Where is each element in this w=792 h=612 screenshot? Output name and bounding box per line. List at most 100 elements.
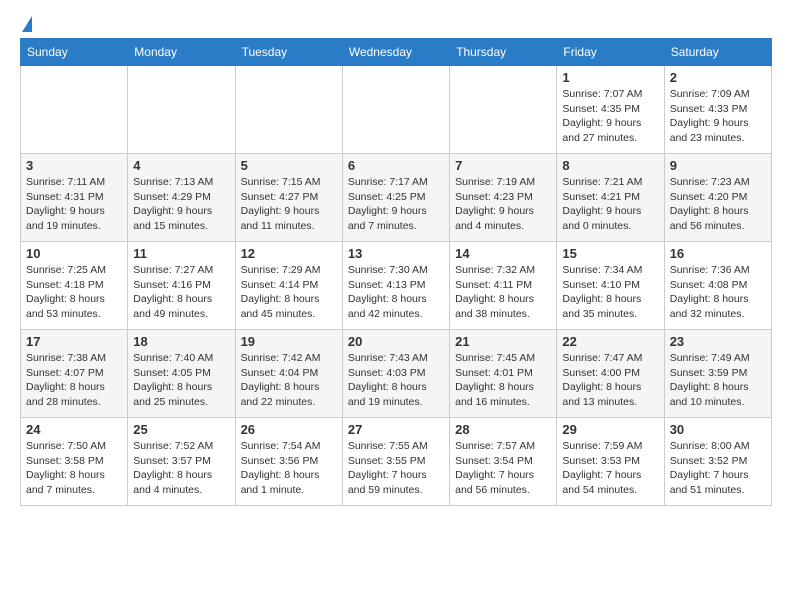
calendar-week-row: 17 Sunrise: 7:38 AM Sunset: 4:07 PM Dayli…	[21, 330, 772, 418]
calendar-cell: 13Sunrise: 7:30 AM Sunset: 4:13 PM Dayli…	[342, 242, 449, 330]
calendar-cell: 3Sunrise: 7:11 AM Sunset: 4:31 PM Daylig…	[21, 154, 128, 242]
calendar-cell: 16 Sunrise: 7:36 AM Sunset: 4:08 PM Dayli…	[664, 242, 771, 330]
day-info: Sunrise: 7:52 AM Sunset: 3:57 PM Dayligh…	[133, 439, 229, 498]
calendar-cell	[450, 66, 557, 154]
day-number: 1	[562, 70, 658, 85]
day-number: 14	[455, 246, 551, 261]
day-number: 2	[670, 70, 766, 85]
logo	[20, 20, 32, 30]
col-header-wednesday: Wednesday	[342, 39, 449, 66]
page-header	[20, 16, 772, 30]
calendar-cell	[21, 66, 128, 154]
calendar-cell: 30Sunrise: 8:00 AM Sunset: 3:52 PM Dayli…	[664, 418, 771, 506]
day-info: Sunrise: 7:38 AM Sunset: 4:07 PM Dayligh…	[26, 351, 122, 410]
day-info: Sunrise: 7:25 AM Sunset: 4:18 PM Dayligh…	[26, 263, 122, 322]
calendar-cell: 12 Sunrise: 7:29 AM Sunset: 4:14 PM Dayli…	[235, 242, 342, 330]
calendar-cell: 5 Sunrise: 7:15 AM Sunset: 4:27 PM Daylig…	[235, 154, 342, 242]
calendar-cell: 10 Sunrise: 7:25 AM Sunset: 4:18 PM Dayli…	[21, 242, 128, 330]
day-number: 13	[348, 246, 444, 261]
calendar-cell: 11 Sunrise: 7:27 AM Sunset: 4:16 PM Dayli…	[128, 242, 235, 330]
day-info: Sunrise: 7:13 AM Sunset: 4:29 PM Dayligh…	[133, 175, 229, 234]
day-number: 16	[670, 246, 766, 261]
col-header-thursday: Thursday	[450, 39, 557, 66]
calendar-cell: 19 Sunrise: 7:42 AM Sunset: 4:04 PM Dayli…	[235, 330, 342, 418]
day-number: 27	[348, 422, 444, 437]
calendar-cell: 2 Sunrise: 7:09 AM Sunset: 4:33 PM Daylig…	[664, 66, 771, 154]
calendar-cell: 8 Sunrise: 7:21 AM Sunset: 4:21 PM Daylig…	[557, 154, 664, 242]
day-info: Sunrise: 7:42 AM Sunset: 4:04 PM Dayligh…	[241, 351, 337, 410]
day-info: Sunrise: 7:15 AM Sunset: 4:27 PM Dayligh…	[241, 175, 337, 234]
calendar-cell	[128, 66, 235, 154]
day-number: 7	[455, 158, 551, 173]
day-number: 28	[455, 422, 551, 437]
day-number: 3	[26, 158, 122, 173]
day-info: Sunrise: 7:09 AM Sunset: 4:33 PM Dayligh…	[670, 87, 766, 146]
day-number: 10	[26, 246, 122, 261]
day-info: Sunrise: 7:19 AM Sunset: 4:23 PM Dayligh…	[455, 175, 551, 234]
calendar-cell: 14 Sunrise: 7:32 AM Sunset: 4:11 PM Dayli…	[450, 242, 557, 330]
calendar-cell	[342, 66, 449, 154]
day-number: 12	[241, 246, 337, 261]
calendar-cell: 7 Sunrise: 7:19 AM Sunset: 4:23 PM Daylig…	[450, 154, 557, 242]
calendar-cell: 27Sunrise: 7:55 AM Sunset: 3:55 PM Dayli…	[342, 418, 449, 506]
calendar-cell: 17 Sunrise: 7:38 AM Sunset: 4:07 PM Dayli…	[21, 330, 128, 418]
calendar-table: SundayMondayTuesdayWednesdayThursdayFrid…	[20, 38, 772, 506]
day-info: Sunrise: 7:21 AM Sunset: 4:21 PM Dayligh…	[562, 175, 658, 234]
calendar-week-row: 1Sunrise: 7:07 AM Sunset: 4:35 PM Daylig…	[21, 66, 772, 154]
col-header-saturday: Saturday	[664, 39, 771, 66]
day-number: 23	[670, 334, 766, 349]
calendar-cell: 22 Sunrise: 7:47 AM Sunset: 4:00 PM Dayli…	[557, 330, 664, 418]
day-info: Sunrise: 7:36 AM Sunset: 4:08 PM Dayligh…	[670, 263, 766, 322]
day-number: 20	[348, 334, 444, 349]
day-info: Sunrise: 7:57 AM Sunset: 3:54 PM Dayligh…	[455, 439, 551, 498]
day-number: 18	[133, 334, 229, 349]
calendar-cell: 24 Sunrise: 7:50 AM Sunset: 3:58 PM Dayli…	[21, 418, 128, 506]
col-header-sunday: Sunday	[21, 39, 128, 66]
day-number: 4	[133, 158, 229, 173]
calendar-week-row: 10 Sunrise: 7:25 AM Sunset: 4:18 PM Dayli…	[21, 242, 772, 330]
day-info: Sunrise: 7:17 AM Sunset: 4:25 PM Dayligh…	[348, 175, 444, 234]
day-info: Sunrise: 7:43 AM Sunset: 4:03 PM Dayligh…	[348, 351, 444, 410]
day-info: Sunrise: 7:59 AM Sunset: 3:53 PM Dayligh…	[562, 439, 658, 498]
day-number: 19	[241, 334, 337, 349]
day-number: 17	[26, 334, 122, 349]
day-number: 25	[133, 422, 229, 437]
day-info: Sunrise: 7:29 AM Sunset: 4:14 PM Dayligh…	[241, 263, 337, 322]
calendar-cell: 1Sunrise: 7:07 AM Sunset: 4:35 PM Daylig…	[557, 66, 664, 154]
calendar-cell: 4 Sunrise: 7:13 AM Sunset: 4:29 PM Daylig…	[128, 154, 235, 242]
day-number: 8	[562, 158, 658, 173]
col-header-monday: Monday	[128, 39, 235, 66]
day-info: Sunrise: 7:32 AM Sunset: 4:11 PM Dayligh…	[455, 263, 551, 322]
calendar-cell: 28 Sunrise: 7:57 AM Sunset: 3:54 PM Dayli…	[450, 418, 557, 506]
calendar-cell: 9Sunrise: 7:23 AM Sunset: 4:20 PM Daylig…	[664, 154, 771, 242]
day-number: 5	[241, 158, 337, 173]
calendar-week-row: 3Sunrise: 7:11 AM Sunset: 4:31 PM Daylig…	[21, 154, 772, 242]
col-header-friday: Friday	[557, 39, 664, 66]
day-number: 29	[562, 422, 658, 437]
day-info: Sunrise: 7:27 AM Sunset: 4:16 PM Dayligh…	[133, 263, 229, 322]
day-info: Sunrise: 7:40 AM Sunset: 4:05 PM Dayligh…	[133, 351, 229, 410]
day-info: Sunrise: 7:49 AM Sunset: 3:59 PM Dayligh…	[670, 351, 766, 410]
calendar-cell: 20 Sunrise: 7:43 AM Sunset: 4:03 PM Dayli…	[342, 330, 449, 418]
day-info: Sunrise: 7:50 AM Sunset: 3:58 PM Dayligh…	[26, 439, 122, 498]
day-number: 26	[241, 422, 337, 437]
day-number: 9	[670, 158, 766, 173]
day-info: Sunrise: 7:34 AM Sunset: 4:10 PM Dayligh…	[562, 263, 658, 322]
day-number: 30	[670, 422, 766, 437]
calendar-cell: 15 Sunrise: 7:34 AM Sunset: 4:10 PM Dayli…	[557, 242, 664, 330]
day-info: Sunrise: 7:45 AM Sunset: 4:01 PM Dayligh…	[455, 351, 551, 410]
day-number: 15	[562, 246, 658, 261]
day-info: Sunrise: 7:47 AM Sunset: 4:00 PM Dayligh…	[562, 351, 658, 410]
day-number: 24	[26, 422, 122, 437]
calendar-week-row: 24 Sunrise: 7:50 AM Sunset: 3:58 PM Dayli…	[21, 418, 772, 506]
day-number: 11	[133, 246, 229, 261]
calendar-cell	[235, 66, 342, 154]
logo-triangle-icon	[22, 16, 32, 32]
day-info: Sunrise: 7:54 AM Sunset: 3:56 PM Dayligh…	[241, 439, 337, 498]
day-number: 21	[455, 334, 551, 349]
calendar-cell: 6Sunrise: 7:17 AM Sunset: 4:25 PM Daylig…	[342, 154, 449, 242]
calendar-cell: 29 Sunrise: 7:59 AM Sunset: 3:53 PM Dayli…	[557, 418, 664, 506]
calendar-cell: 18 Sunrise: 7:40 AM Sunset: 4:05 PM Dayli…	[128, 330, 235, 418]
day-number: 22	[562, 334, 658, 349]
col-header-tuesday: Tuesday	[235, 39, 342, 66]
